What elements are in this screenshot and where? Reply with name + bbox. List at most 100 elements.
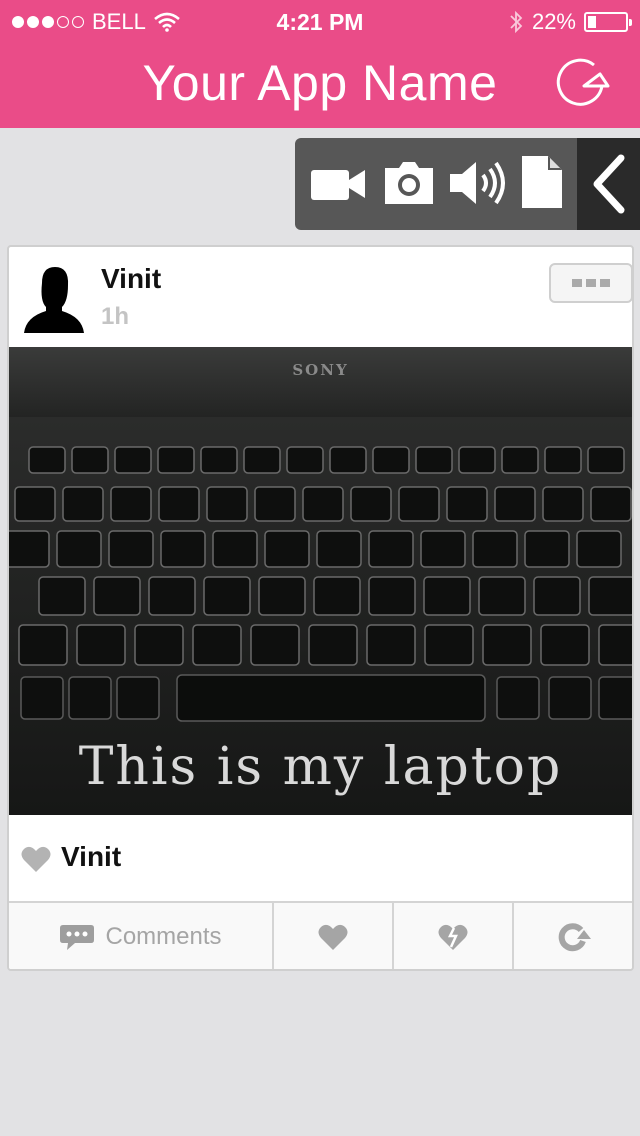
video-button[interactable] xyxy=(309,166,367,218)
heart-icon xyxy=(318,924,348,950)
keyboard-key xyxy=(524,530,570,568)
comments-label: Comments xyxy=(105,923,222,950)
battery-level xyxy=(588,16,596,28)
keyboard-key xyxy=(258,576,306,616)
dislike-button[interactable] xyxy=(394,903,514,969)
app-header: BELL 4:21 PM 22% Your App Name xyxy=(0,0,640,128)
keyboard-key xyxy=(548,676,592,720)
keyboard-key xyxy=(458,446,496,474)
bluetooth-icon xyxy=(510,10,523,34)
post-photo[interactable]: SONY This is my laptop xyxy=(9,347,632,815)
laptop-brand: SONY xyxy=(292,361,349,379)
heart-icon xyxy=(21,846,51,872)
video-camera-icon xyxy=(311,170,365,200)
photo-caption: This is my laptop xyxy=(78,737,563,797)
keyboard-key xyxy=(542,486,584,522)
broken-heart-icon xyxy=(438,924,468,950)
keyboard-key xyxy=(18,624,68,666)
keyboard-key xyxy=(598,624,632,666)
keyboard-key xyxy=(368,530,414,568)
keyboard-key xyxy=(590,486,632,522)
keyboard-key xyxy=(93,576,141,616)
keyboard-key xyxy=(482,624,532,666)
keyboard-key xyxy=(160,530,206,568)
keyboard-key xyxy=(366,624,416,666)
keyboard-key xyxy=(308,624,358,666)
document-button[interactable] xyxy=(520,154,564,208)
keyboard-key xyxy=(544,446,582,474)
status-bar: BELL 4:21 PM 22% xyxy=(0,0,640,44)
keyboard-key xyxy=(28,446,66,474)
keyboard-key xyxy=(56,530,102,568)
keyboard-key xyxy=(478,576,526,616)
keyboard-key xyxy=(420,530,466,568)
keyboard-key xyxy=(110,486,152,522)
refresh-button[interactable] xyxy=(548,52,612,112)
comments-icon xyxy=(60,925,95,950)
audio-button[interactable] xyxy=(448,160,506,212)
keyboard-key xyxy=(206,486,248,522)
keyboard-key xyxy=(368,576,416,616)
speaker-icon xyxy=(450,161,505,205)
share-icon xyxy=(558,923,591,952)
keyboard-key xyxy=(200,446,238,474)
keyboard-key xyxy=(250,624,300,666)
more-options-button[interactable] xyxy=(549,263,632,303)
keyboard-key xyxy=(134,624,184,666)
toolbar-collapse-button[interactable] xyxy=(577,138,640,230)
post-time: 1h xyxy=(101,303,130,330)
keyboard-key xyxy=(372,446,410,474)
keyboard-key xyxy=(76,624,126,666)
app-title: Your App Name xyxy=(142,55,498,111)
media-toolbar xyxy=(295,138,640,230)
keyboard-key xyxy=(313,576,361,616)
keyboard-key xyxy=(264,530,310,568)
keyboard-key xyxy=(329,446,367,474)
keyboard-key xyxy=(286,446,324,474)
post-actions: Comments xyxy=(9,901,632,969)
keyboard-key xyxy=(20,676,64,720)
keyboard-key xyxy=(302,486,344,522)
keyboard-key xyxy=(108,530,154,568)
keyboard-key xyxy=(14,486,56,522)
keyboard-key xyxy=(116,676,160,720)
battery-percent: 22% xyxy=(531,9,576,34)
refresh-icon xyxy=(556,58,610,106)
avatar[interactable] xyxy=(24,267,84,333)
more-dots-icon xyxy=(572,279,582,287)
keyboard-key xyxy=(350,486,392,522)
keyboard-key xyxy=(212,530,258,568)
status-right: 22% xyxy=(508,9,632,35)
keyboard-key xyxy=(533,576,581,616)
keyboard-key xyxy=(114,446,152,474)
liked-by-name[interactable]: Vinit xyxy=(61,841,121,873)
keyboard-key xyxy=(598,676,632,720)
keyboard-key xyxy=(588,576,632,616)
keyboard-key xyxy=(68,676,112,720)
keyboard-key xyxy=(398,486,440,522)
keyboard-key xyxy=(243,446,281,474)
keyboard-key xyxy=(496,676,540,720)
keyboard-key xyxy=(157,446,195,474)
camera-button[interactable] xyxy=(383,162,435,214)
keyboard-key xyxy=(446,486,488,522)
battery-icon xyxy=(584,12,632,32)
keyboard-key xyxy=(415,446,453,474)
comments-button[interactable]: Comments xyxy=(9,903,274,969)
like-button[interactable] xyxy=(274,903,394,969)
keyboard-key xyxy=(203,576,251,616)
camera-icon xyxy=(385,162,433,204)
keyboard-key xyxy=(587,446,625,474)
keyboard-spacebar xyxy=(176,674,486,722)
keyboard-key xyxy=(424,624,474,666)
keyboard-key xyxy=(576,530,622,568)
keyboard-key xyxy=(192,624,242,666)
keyboard-key xyxy=(38,576,86,616)
post-card: Vinit 1h SONY This is my laptop Vinit Co… xyxy=(7,245,634,971)
keyboard-key xyxy=(158,486,200,522)
keyboard-key xyxy=(71,446,109,474)
keyboard-key xyxy=(316,530,362,568)
keyboard-key xyxy=(254,486,296,522)
share-button[interactable] xyxy=(514,903,632,969)
post-author[interactable]: Vinit xyxy=(101,263,161,295)
